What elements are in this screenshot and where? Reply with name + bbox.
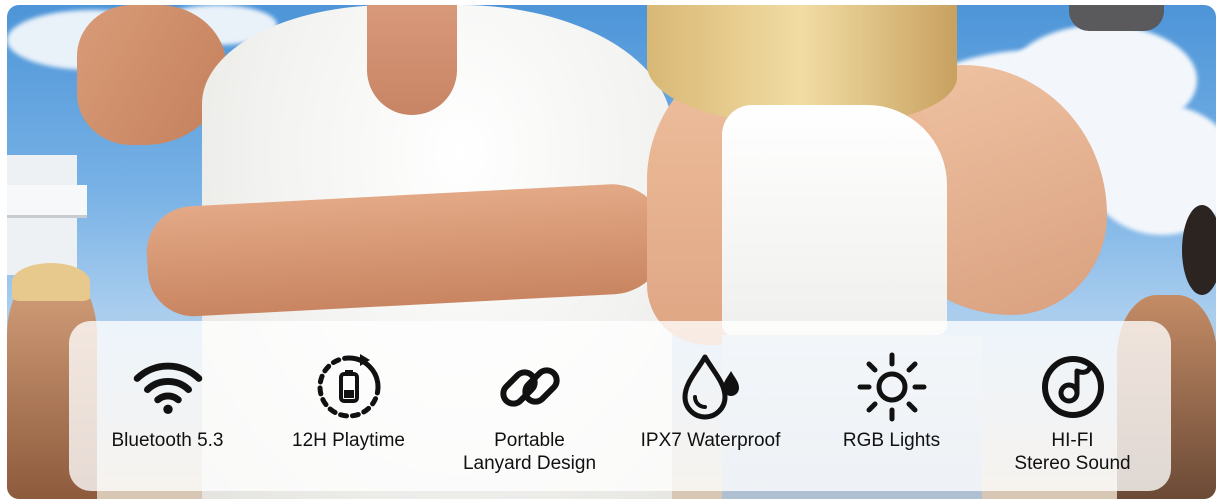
feature-waterproof: IPX7 Waterproof [621, 351, 801, 452]
feature-rgb-lights: RGB Lights [802, 351, 982, 452]
feature-label: Portable Lanyard Design [462, 430, 597, 474]
crowd-person-right-head [1182, 205, 1216, 295]
wifi-icon [132, 351, 204, 423]
music-disc-icon [1037, 351, 1109, 423]
water-drop-icon [675, 351, 747, 423]
feature-label: 12H Playtime [292, 430, 405, 451]
feature-stereo-sound: HI-FI Stereo Sound [983, 351, 1163, 475]
feature-playtime: 12H Playtime [259, 351, 439, 452]
straw-hat [12, 263, 90, 301]
background-building-roof [7, 185, 87, 218]
sun-icon [856, 351, 928, 423]
feature-label: HI-FI Stereo Sound [1014, 430, 1131, 474]
battery-cycle-icon [313, 351, 385, 423]
hero-banner: Bluetooth 5.3 12H Playtime Portable Lany… [7, 5, 1216, 499]
feature-label: RGB Lights [842, 430, 941, 451]
feature-panel: Bluetooth 5.3 12H Playtime Portable Lany… [69, 321, 1171, 491]
speaker-product [1069, 5, 1164, 31]
man-neck [367, 5, 457, 115]
feature-lanyard: Portable Lanyard Design [440, 351, 620, 475]
feature-label: Bluetooth 5.3 [111, 430, 224, 451]
chain-link-icon [494, 351, 566, 423]
feature-bluetooth: Bluetooth 5.3 [78, 351, 258, 452]
feature-label: IPX7 Waterproof [640, 430, 781, 451]
woman-white-top [722, 105, 947, 335]
